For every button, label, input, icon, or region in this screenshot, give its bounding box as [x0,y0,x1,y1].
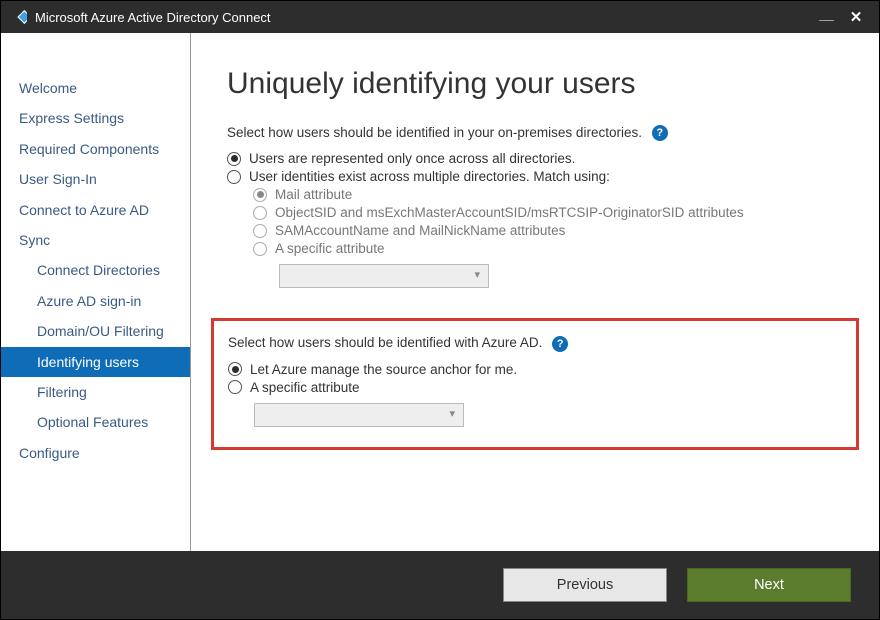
match-attribute-combo [279,264,489,288]
radio-icon [253,224,267,238]
radio-users-once[interactable]: Users are represented only once across a… [227,151,843,166]
help-icon[interactable]: ? [652,125,668,141]
radio-icon [227,170,241,184]
radio-match-mail: Mail attribute [253,187,843,202]
previous-button[interactable]: Previous [503,568,667,602]
radio-match-specific-label: A specific attribute [275,241,385,256]
close-button[interactable]: ✕ [841,8,871,26]
sidebar-item-express-settings[interactable]: Express Settings [1,103,190,133]
sidebar-item-configure[interactable]: Configure [1,438,190,468]
sidebar-item-optional-features[interactable]: Optional Features [1,407,190,437]
radio-icon [253,242,267,256]
radio-users-match[interactable]: User identities exist across multiple di… [227,169,843,184]
onprem-section-label: Select how users should be identified in… [227,125,843,141]
onprem-section-text: Select how users should be identified in… [227,125,642,140]
radio-match-sam-label: SAMAccountName and MailNickName attribut… [275,223,565,238]
next-button[interactable]: Next [687,568,851,602]
radio-match-mail-label: Mail attribute [275,187,352,202]
radio-match-sid-label: ObjectSID and msExchMasterAccountSID/msR… [275,205,744,220]
help-icon[interactable]: ? [552,336,568,352]
radio-icon [253,206,267,220]
sidebar-item-connect-directories[interactable]: Connect Directories [1,255,190,285]
page-title: Uniquely identifying your users [227,67,843,101]
sidebar-item-filtering[interactable]: Filtering [1,377,190,407]
azure-ad-section-highlight: Select how users should be identified wi… [211,318,859,449]
radio-match-specific: A specific attribute [253,241,843,256]
sidebar-item-connect-azure-ad[interactable]: Connect to Azure AD [1,195,190,225]
match-using-subgroup: Mail attribute ObjectSID and msExchMaste… [253,187,843,288]
anchor-attribute-combo [254,403,464,427]
sidebar-item-welcome[interactable]: Welcome [1,73,190,103]
radio-users-once-label: Users are represented only once across a… [249,151,575,166]
sidebar-item-identifying-users[interactable]: Identifying users [1,347,190,377]
radio-match-sam: SAMAccountName and MailNickName attribut… [253,223,843,238]
radio-users-match-label: User identities exist across multiple di… [249,169,610,184]
radio-anchor-auto-label: Let Azure manage the source anchor for m… [250,362,517,377]
wizard-sidebar: Welcome Express Settings Required Compon… [1,33,191,551]
radio-match-sid: ObjectSID and msExchMasterAccountSID/msR… [253,205,843,220]
sidebar-item-domain-ou-filtering[interactable]: Domain/OU Filtering [1,316,190,346]
radio-icon [228,380,242,394]
content-pane: Uniquely identifying your users Select h… [191,33,879,551]
azuread-section-text: Select how users should be identified wi… [228,335,542,350]
radio-anchor-specific[interactable]: A specific attribute [228,380,842,395]
sidebar-item-sync[interactable]: Sync [1,225,190,255]
azuread-section-label: Select how users should be identified wi… [228,335,842,351]
window-title: Microsoft Azure Active Directory Connect [35,10,811,25]
radio-icon [227,152,241,166]
minimize-button[interactable]: __ [811,6,841,22]
radio-anchor-auto[interactable]: Let Azure manage the source anchor for m… [228,362,842,377]
radio-anchor-specific-label: A specific attribute [250,380,360,395]
sidebar-item-user-sign-in[interactable]: User Sign-In [1,164,190,194]
sidebar-item-required-components[interactable]: Required Components [1,134,190,164]
footer-bar: Previous Next [1,551,879,619]
radio-icon [228,362,242,376]
app-logo-icon [9,8,27,26]
title-bar: Microsoft Azure Active Directory Connect… [1,1,879,33]
sidebar-item-azure-ad-sign-in[interactable]: Azure AD sign-in [1,286,190,316]
radio-icon [253,188,267,202]
